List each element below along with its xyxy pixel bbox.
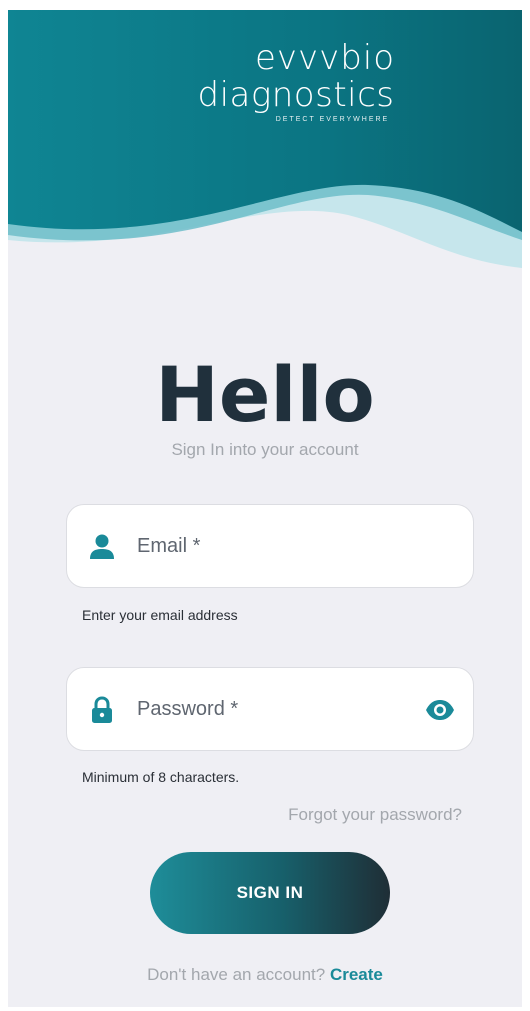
person-icon [89, 533, 115, 561]
page-title: Hello [155, 350, 375, 439]
forgot-password-link[interactable]: Forgot your password? [288, 805, 462, 825]
email-placeholder: Email * [137, 535, 201, 557]
email-field[interactable]: Email * [66, 504, 474, 588]
create-account-link[interactable]: Create [330, 965, 383, 984]
login-screen: evvvbio diagnostics DETECT EVERYWHERE He… [8, 10, 522, 1007]
signup-prompt: Don't have an account? Create [8, 965, 522, 985]
brand-logo: evvvbio diagnostics DETECT EVERYWHERE [8, 40, 522, 123]
logo-line-1: evvvbio [254, 38, 396, 78]
page-subtitle: Sign In into your account [171, 440, 359, 459]
password-helper-text: Minimum of 8 characters. [82, 769, 240, 785]
email-helper-text: Enter your email address [82, 607, 238, 623]
password-placeholder: Password * [137, 698, 239, 720]
password-field[interactable]: Password * [66, 667, 474, 751]
logo-line-2: diagnostics [197, 75, 395, 115]
lock-icon [89, 696, 115, 724]
signup-prompt-text: Don't have an account? [147, 965, 330, 984]
logo-tagline: DETECT EVERYWHERE [275, 116, 390, 123]
sign-in-button[interactable]: SIGN IN [150, 852, 390, 934]
eye-icon[interactable] [425, 698, 455, 722]
header-banner: evvvbio diagnostics DETECT EVERYWHERE [8, 10, 522, 280]
